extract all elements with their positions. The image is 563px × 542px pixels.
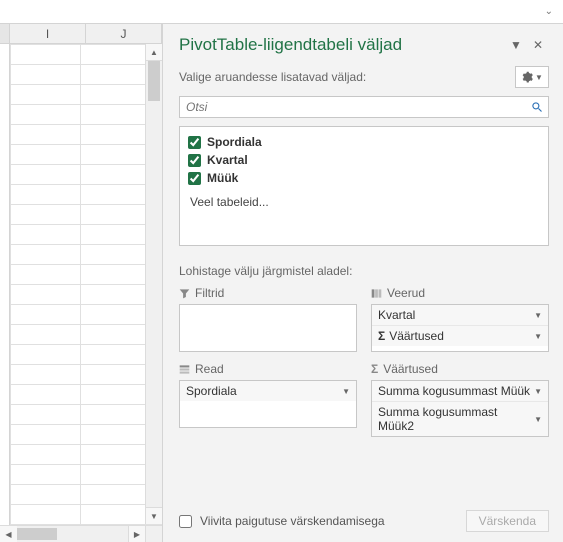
area-item-label: Väärtused (389, 329, 444, 343)
scroll-down-button[interactable]: ▼ (146, 507, 162, 524)
filters-dropzone[interactable] (179, 304, 357, 352)
filter-icon (179, 288, 190, 299)
columns-area: Veerud Kvartal ▼ Σ Väärtused ▼ (371, 286, 549, 352)
vertical-scrollbar[interactable]: ▲ ▼ (145, 44, 162, 524)
scroll-corner (145, 525, 162, 542)
scroll-right-button[interactable]: ▶ (128, 526, 145, 542)
field-list[interactable]: Spordiala Kvartal Müük Veel tabeleid... (179, 126, 549, 246)
pane-options-dropdown[interactable]: ▼ (505, 34, 527, 56)
field-item[interactable]: Müük (188, 169, 540, 187)
scroll-thumb[interactable] (17, 528, 57, 540)
choose-fields-label: Valige aruandesse lisatavad väljad: (179, 70, 515, 84)
area-title: Väärtused (383, 362, 438, 376)
field-checkbox[interactable] (188, 154, 201, 167)
column-headers: I J (0, 24, 162, 44)
area-item[interactable]: Σ Väärtused ▼ (372, 326, 548, 346)
expand-chevron-icon[interactable]: ⌄ (545, 6, 553, 17)
scroll-up-button[interactable]: ▲ (146, 44, 162, 61)
search-fields-box[interactable] (179, 96, 549, 118)
pane-title: PivotTable-liigendtabeli väljad (179, 35, 505, 55)
area-item[interactable]: Summa kogusummast Müük ▼ (372, 381, 548, 402)
filters-area: Filtrid (179, 286, 357, 352)
area-title: Veerud (387, 286, 425, 300)
sigma-icon: Σ (371, 362, 378, 376)
search-icon[interactable] (526, 101, 548, 113)
scroll-left-button[interactable]: ◀ (0, 526, 17, 542)
field-checkbox[interactable] (188, 136, 201, 149)
caret-down-icon: ▼ (535, 73, 543, 82)
field-checkbox[interactable] (188, 172, 201, 185)
values-dropzone[interactable]: Summa kogusummast Müük ▼ Summa kogusumma… (371, 380, 549, 437)
column-header[interactable]: J (86, 24, 162, 44)
field-label: Kvartal (207, 153, 248, 167)
field-item[interactable]: Spordiala (188, 133, 540, 151)
spreadsheet-grid[interactable]: I J ▲ ▼ ◀ ▶ (0, 24, 163, 542)
values-area: Σ Väärtused Summa kogusummast Müük ▼ Sum… (371, 362, 549, 437)
rows-dropzone[interactable]: Spordiala ▼ (179, 380, 357, 428)
field-label: Spordiala (207, 135, 262, 149)
column-header[interactable]: I (10, 24, 86, 44)
caret-down-icon[interactable]: ▼ (534, 311, 542, 320)
columns-dropzone[interactable]: Kvartal ▼ Σ Väärtused ▼ (371, 304, 549, 352)
area-item[interactable]: Spordiala ▼ (180, 381, 356, 401)
scroll-thumb[interactable] (148, 61, 160, 101)
caret-down-icon[interactable]: ▼ (534, 387, 542, 396)
defer-layout-checkbox[interactable] (179, 515, 192, 528)
formula-bar-strip: ⌄ (0, 0, 563, 24)
area-item-label: Spordiala (186, 384, 237, 398)
sigma-icon: Σ (378, 329, 385, 343)
defer-layout-label: Viivita paigutuse värskendamisega (200, 514, 458, 528)
horizontal-scrollbar[interactable]: ◀ ▶ (0, 525, 145, 542)
pivottable-fields-pane: PivotTable-liigendtabeli väljad ▼ ✕ Vali… (163, 24, 563, 542)
search-input[interactable] (180, 100, 526, 114)
area-item-label: Kvartal (378, 308, 415, 322)
area-title: Filtrid (195, 286, 224, 300)
caret-down-icon[interactable]: ▼ (342, 387, 350, 396)
area-item-label: Summa kogusummast Müük (378, 384, 530, 398)
rows-icon (179, 364, 190, 375)
area-item[interactable]: Summa kogusummast Müük2 ▼ (372, 402, 548, 436)
columns-icon (371, 288, 382, 299)
caret-down-icon[interactable]: ▼ (534, 332, 542, 341)
field-label: Müük (207, 171, 238, 185)
area-item-label: Summa kogusummast Müük2 (378, 405, 534, 433)
close-pane-button[interactable]: ✕ (527, 34, 549, 56)
rows-area: Read Spordiala ▼ (179, 362, 357, 437)
field-item[interactable]: Kvartal (188, 151, 540, 169)
more-tables-link[interactable]: Veel tabeleid... (188, 187, 540, 209)
area-item[interactable]: Kvartal ▼ (372, 305, 548, 326)
refresh-button: Värskenda (466, 510, 549, 532)
area-title: Read (195, 362, 224, 376)
field-list-settings-button[interactable]: ▼ (515, 66, 549, 88)
grid-cells[interactable] (0, 44, 162, 542)
caret-down-icon[interactable]: ▼ (534, 415, 542, 424)
gear-icon (521, 71, 533, 83)
drag-areas-label: Lohistage välju järgmistel aladel: (163, 246, 563, 286)
select-all-corner[interactable] (0, 24, 10, 44)
